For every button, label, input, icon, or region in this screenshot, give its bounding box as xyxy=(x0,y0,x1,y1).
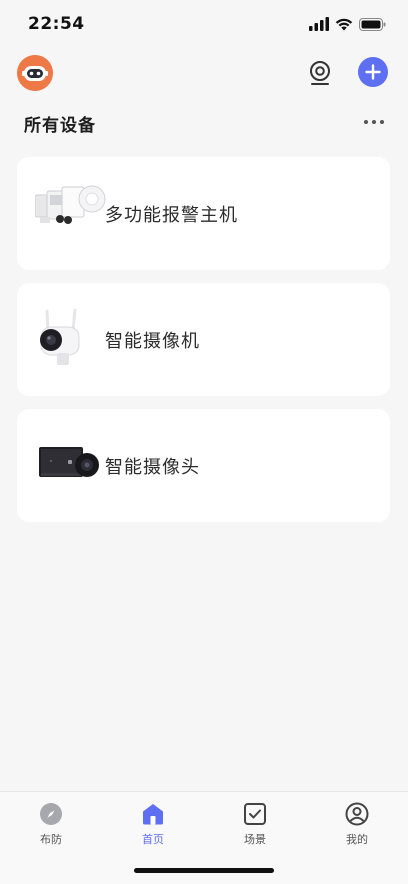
robot-avatar-icon[interactable] xyxy=(17,55,53,91)
tab-label: 布防 xyxy=(40,833,62,846)
tab-profile[interactable]: 我的 xyxy=(317,802,397,852)
compass-icon xyxy=(40,803,62,825)
device-card[interactable]: 智能摄像机 xyxy=(17,283,390,396)
tab-label: 我的 xyxy=(346,833,368,846)
tab-label: 首页 xyxy=(142,833,164,846)
outdoor-camera-icon xyxy=(35,307,107,369)
alarm-host-kit-icon xyxy=(34,183,107,243)
device-name: 智能摄像头 xyxy=(105,457,200,478)
section-title: 所有设备 xyxy=(24,116,96,136)
wifi-icon xyxy=(335,18,353,31)
device-name: 多功能报警主机 xyxy=(105,205,238,226)
home-indicator xyxy=(134,868,274,873)
status-icons xyxy=(309,16,386,32)
tab-home[interactable]: 首页 xyxy=(113,802,193,852)
device-card[interactable]: 多功能报警主机 xyxy=(17,157,390,270)
tab-arm[interactable]: 布防 xyxy=(11,802,91,852)
status-bar: 22:54 xyxy=(0,0,408,48)
signal-icon xyxy=(309,17,329,31)
doorbell-camera-icon xyxy=(35,435,107,495)
device-card[interactable]: 智能摄像头 xyxy=(17,409,390,522)
tab-label: 场景 xyxy=(244,833,266,846)
battery-icon xyxy=(359,17,386,31)
home-icon xyxy=(143,804,163,825)
plus-icon xyxy=(365,64,381,80)
user-icon xyxy=(345,802,369,826)
more-dots-icon[interactable] xyxy=(360,112,388,132)
device-name: 智能摄像机 xyxy=(105,331,200,352)
add-device-button[interactable] xyxy=(358,57,388,87)
camera-icon[interactable] xyxy=(305,58,335,88)
header xyxy=(0,52,408,96)
tab-scenes[interactable]: 场景 xyxy=(215,802,295,852)
checkbox-icon xyxy=(244,803,266,825)
status-time: 22:54 xyxy=(28,14,85,34)
